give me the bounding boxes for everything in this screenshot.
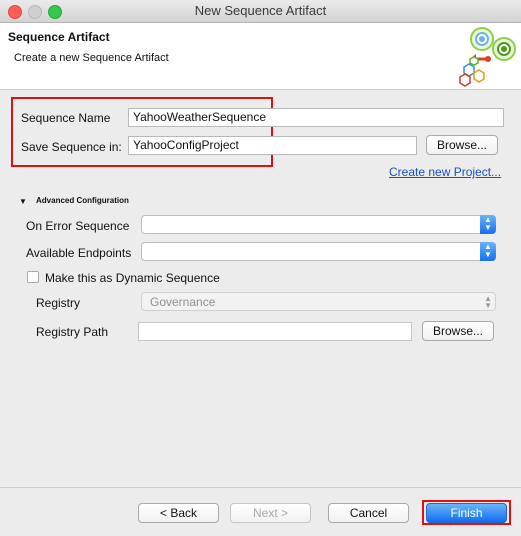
banner-title: Sequence Artifact <box>8 30 110 44</box>
registry-path-label: Registry Path <box>36 325 109 339</box>
create-new-project-link[interactable]: Create new Project... <box>389 165 501 179</box>
available-endpoints-label: Available Endpoints <box>26 246 132 260</box>
registry-path-input[interactable] <box>138 322 412 341</box>
select-arrows-icon: ▲ ▼ <box>480 242 496 261</box>
next-button[interactable]: Next > <box>230 503 311 523</box>
on-error-sequence-label: On Error Sequence <box>26 219 130 233</box>
registry-label: Registry <box>36 296 81 310</box>
banner-subtitle: Create a new Sequence Artifact <box>14 52 169 64</box>
window-title: New Sequence Artifact <box>194 3 327 18</box>
save-sequence-label: Save Sequence in: <box>21 140 122 154</box>
cancel-button[interactable]: Cancel <box>328 503 409 523</box>
dynamic-sequence-label[interactable]: Make this as Dynamic Sequence <box>45 271 220 285</box>
collapse-triangle-icon[interactable]: ▼ <box>19 197 27 206</box>
back-button[interactable]: < Back <box>138 503 219 523</box>
on-error-sequence-select[interactable]: ▲ ▼ <box>141 215 496 234</box>
save-sequence-input[interactable]: YahooConfigProject <box>128 136 417 155</box>
sequence-name-input[interactable]: YahooWeatherSequence <box>128 108 504 127</box>
sequence-wizard-icon <box>459 27 516 87</box>
advanced-configuration-label[interactable]: Advanced Configuration <box>36 196 129 205</box>
browse-registry-button[interactable]: Browse... <box>422 321 494 341</box>
footer-separator <box>0 487 521 488</box>
dynamic-sequence-checkbox[interactable] <box>27 271 39 283</box>
available-endpoints-select[interactable]: ▲ ▼ <box>141 242 496 261</box>
wizard-banner: Sequence Artifact Create a new Sequence … <box>0 23 521 90</box>
select-arrows-icon: ▲ ▼ <box>484 294 492 310</box>
finish-button[interactable]: Finish <box>426 503 507 523</box>
select-arrows-icon: ▲ ▼ <box>480 215 496 234</box>
registry-select[interactable]: Governance ▲ ▼ <box>141 292 496 311</box>
sequence-name-label: Sequence Name <box>21 111 111 125</box>
registry-value: Governance <box>150 295 216 309</box>
browse-project-button[interactable]: Browse... <box>426 135 498 155</box>
